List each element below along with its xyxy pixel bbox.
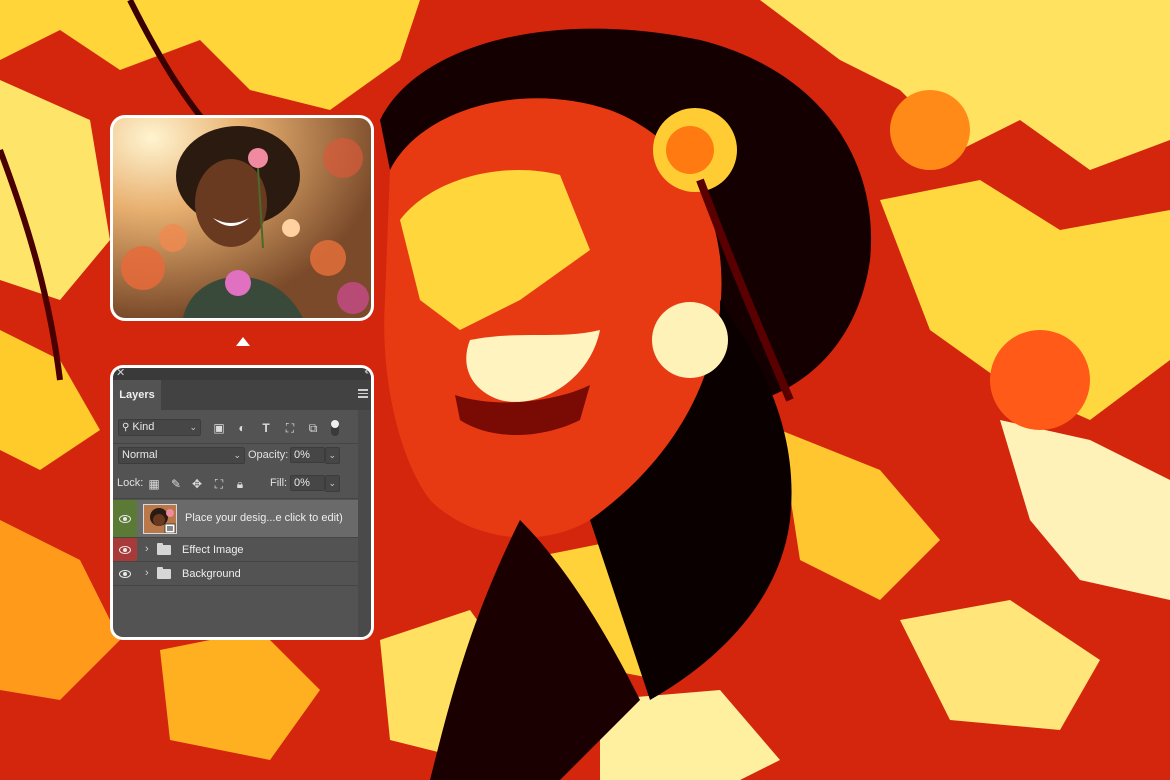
blend-mode-value: Normal bbox=[122, 449, 158, 461]
opacity-input[interactable]: 0% bbox=[290, 447, 325, 463]
lock-artboard-icon[interactable]: ⛶ bbox=[212, 477, 226, 491]
chevron-down-icon: ⌄ bbox=[233, 450, 241, 460]
chevron-down-icon: ⌄ bbox=[189, 422, 197, 432]
layer-row-smart-object[interactable]: Place your desig...e click to edit) bbox=[113, 500, 358, 538]
lock-label: Lock: bbox=[117, 477, 144, 489]
filter-toggle-knob bbox=[331, 420, 339, 428]
visibility-toggle[interactable] bbox=[113, 500, 137, 537]
fill-label: Fill: bbox=[270, 477, 288, 489]
original-photo-thumbnail bbox=[113, 118, 371, 318]
chevron-right-icon[interactable]: › bbox=[145, 543, 149, 555]
blend-mode-dropdown[interactable]: Normal ⌄ bbox=[118, 447, 245, 464]
close-icon[interactable]: ✕ bbox=[116, 368, 125, 379]
panel-menu-icon[interactable] bbox=[358, 389, 368, 400]
smart-object-thumbnail bbox=[143, 504, 177, 534]
layer-row-effect-image[interactable]: › Effect Image bbox=[113, 538, 358, 562]
shape-layer-filter-icon[interactable]: ⛶ bbox=[283, 421, 297, 435]
opacity-slider-toggle[interactable]: ⌄ bbox=[325, 447, 340, 464]
opacity-label: Opacity: bbox=[248, 449, 289, 461]
layer-name: Background bbox=[182, 568, 241, 580]
filter-toggle[interactable] bbox=[331, 420, 339, 436]
smart-object-filter-icon[interactable]: ⧉ bbox=[306, 421, 320, 435]
lock-image-pixels-icon[interactable]: ✎ bbox=[169, 477, 183, 491]
search-icon: ⚲ bbox=[122, 422, 130, 433]
fill-slider-toggle[interactable]: ⌄ bbox=[325, 475, 340, 492]
adjustment-layer-filter-icon[interactable]: ◐ bbox=[235, 421, 249, 435]
layer-name: Place your desig...e click to edit) bbox=[185, 512, 343, 524]
filter-row: ⚲ Kind ⌄ ▣ ◐ T ⛶ ⧉ bbox=[113, 418, 371, 438]
chevron-down-icon: ⌄ bbox=[328, 450, 336, 460]
folder-icon bbox=[157, 567, 171, 579]
lock-position-icon[interactable]: ✥ bbox=[190, 477, 204, 491]
fill-input[interactable]: 0% bbox=[290, 475, 325, 491]
folder-icon bbox=[157, 543, 171, 555]
divider bbox=[113, 443, 371, 444]
layer-name: Effect Image bbox=[182, 544, 244, 556]
tab-layers[interactable]: Layers bbox=[113, 380, 161, 410]
panel-title-bar: ✕ ‹‹ bbox=[113, 368, 371, 380]
chevron-down-icon: ⌄ bbox=[328, 478, 336, 488]
collapse-chevron-icon[interactable]: ‹‹ bbox=[364, 368, 368, 377]
visibility-toggle[interactable] bbox=[113, 538, 137, 561]
eye-icon bbox=[119, 569, 131, 578]
kind-filter-dropdown[interactable]: ⚲ Kind ⌄ bbox=[118, 419, 201, 436]
kind-filter-label: Kind bbox=[132, 421, 155, 433]
scrollbar[interactable] bbox=[358, 410, 371, 637]
panel-tab-row: Layers bbox=[113, 380, 371, 410]
lock-transparent-pixels-icon[interactable]: ▦ bbox=[147, 477, 161, 491]
divider bbox=[113, 498, 371, 499]
visibility-toggle[interactable] bbox=[113, 562, 137, 585]
blend-row: Normal ⌄ Opacity: 0% ⌄ bbox=[113, 446, 371, 466]
lock-row: Lock: ▦ ✎ ✥ ⛶ 🔒︎ Fill: 0% ⌄ bbox=[113, 474, 371, 494]
lock-all-icon[interactable]: 🔒︎ bbox=[233, 477, 247, 491]
arrow-up-icon bbox=[236, 337, 250, 346]
eye-icon bbox=[119, 514, 131, 523]
eye-icon bbox=[119, 545, 131, 554]
layers-panel: ✕ ‹‹ Layers ⚲ Kind ⌄ ▣ ◐ T ⛶ ⧉ Normal ⌄ … bbox=[113, 368, 371, 637]
chevron-right-icon[interactable]: › bbox=[145, 567, 149, 579]
pixel-layer-filter-icon[interactable]: ▣ bbox=[212, 421, 226, 435]
type-layer-filter-icon[interactable]: T bbox=[259, 421, 273, 435]
layer-row-background[interactable]: › Background bbox=[113, 562, 358, 586]
